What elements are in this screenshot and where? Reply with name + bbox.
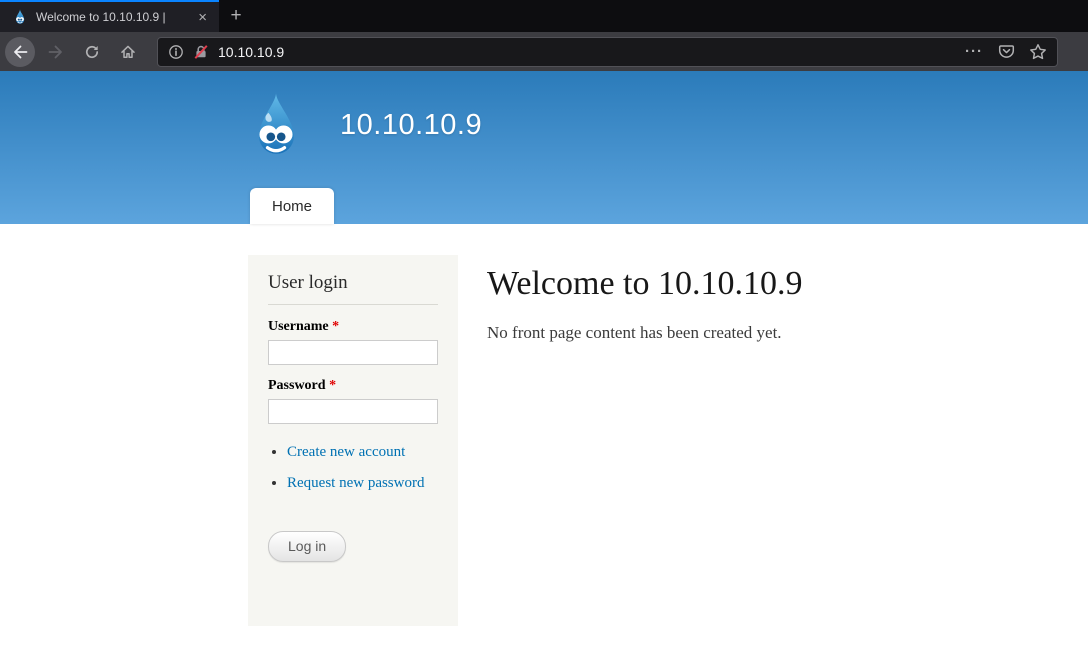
page-viewport: 10.10.10.9 Home User login Username * Pa…	[0, 71, 1088, 626]
username-label: Username *	[268, 319, 438, 335]
required-marker: *	[329, 378, 337, 393]
log-in-button[interactable]: Log in	[268, 530, 347, 562]
username-form-item: Username *	[268, 319, 438, 365]
request-password-link[interactable]: Request new password	[287, 475, 424, 491]
content-area: User login Username * Password * Create …	[0, 224, 1088, 626]
bookmark-star-icon[interactable]	[1029, 43, 1047, 61]
home-icon	[121, 45, 135, 58]
password-form-item: Password *	[268, 378, 438, 424]
insecure-lock-icon[interactable]	[193, 44, 209, 60]
reload-icon	[85, 45, 99, 58]
browser-toolbar: 10.10.10.9 ···	[0, 32, 1088, 71]
password-label: Password *	[268, 378, 438, 394]
url-text: 10.10.10.9	[218, 43, 285, 60]
user-login-block: User login Username * Password * Create …	[248, 255, 458, 626]
back-button[interactable]	[5, 36, 35, 67]
reload-button[interactable]	[77, 37, 107, 67]
login-links-list: Create new account Request new password	[287, 442, 438, 495]
password-input[interactable]	[268, 399, 438, 424]
browser-tab-bar: Welcome to 10.10.10.9 | × +	[0, 0, 1088, 32]
site-branding[interactable]: 10.10.10.9	[245, 91, 482, 159]
password-label-text: Password	[268, 378, 326, 393]
page-actions-icon[interactable]: ···	[965, 43, 983, 61]
site-name[interactable]: 10.10.10.9	[340, 109, 482, 142]
tab-title: Welcome to 10.10.10.9 |	[36, 10, 191, 24]
url-bar[interactable]: 10.10.10.9 ···	[157, 36, 1058, 67]
new-tab-button[interactable]: +	[219, 0, 253, 32]
main-column: Welcome to 10.10.10.9 No front page cont…	[487, 255, 802, 343]
back-arrow-icon	[14, 45, 28, 58]
browser-tab-active[interactable]: Welcome to 10.10.10.9 | ×	[0, 0, 219, 32]
username-input[interactable]	[268, 340, 438, 365]
username-label-text: Username	[268, 319, 329, 334]
drupal-favicon-icon	[16, 9, 25, 24]
site-header: 10.10.10.9 Home	[0, 71, 1088, 224]
create-account-link[interactable]: Create new account	[287, 444, 405, 460]
page-title: Welcome to 10.10.10.9	[487, 265, 803, 302]
pocket-icon[interactable]	[997, 43, 1015, 61]
list-item: Create new account	[287, 442, 438, 464]
forward-arrow-icon	[48, 45, 62, 58]
main-menu: Home	[250, 188, 335, 224]
login-block-title: User login	[268, 272, 438, 305]
empty-front-page-message: No front page content has been created y…	[487, 323, 782, 342]
forward-button[interactable]	[41, 37, 71, 67]
tab-close-icon[interactable]: ×	[194, 8, 211, 27]
required-marker: *	[332, 319, 340, 334]
home-button[interactable]	[113, 37, 143, 67]
page-info-icon[interactable]	[168, 44, 184, 60]
drupal-logo-icon	[259, 91, 294, 154]
list-item: Request new password	[287, 473, 438, 495]
menu-item-home[interactable]: Home	[250, 188, 335, 224]
